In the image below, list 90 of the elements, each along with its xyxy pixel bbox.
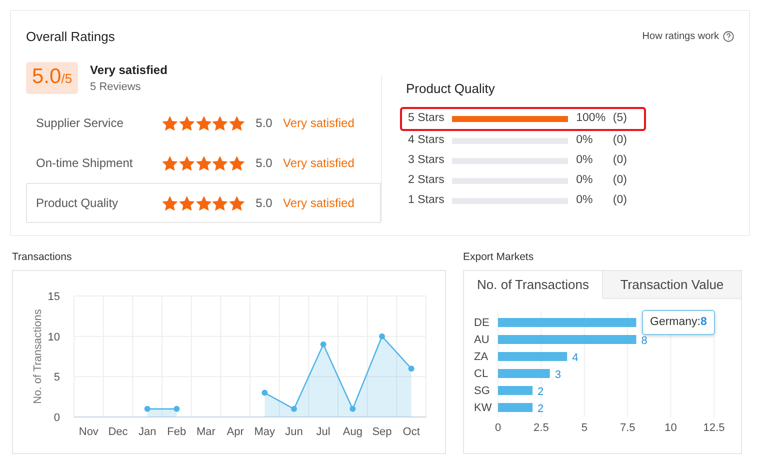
axis-tick-label: 5 bbox=[581, 422, 588, 434]
axis-tick-label: Sep bbox=[372, 426, 392, 438]
score-badge: 5.0/5 bbox=[26, 62, 78, 94]
axis-title: No. of Transactions bbox=[32, 308, 44, 404]
axis-tick-label: 2.5 bbox=[534, 422, 549, 434]
axis-tick-label: 5 bbox=[54, 371, 60, 384]
tab[interactable]: Transaction Value bbox=[603, 270, 741, 299]
star-icon bbox=[229, 156, 245, 170]
axis-tick-label: May bbox=[254, 426, 276, 438]
star-level-label: 5 Stars bbox=[408, 110, 444, 126]
star-level-label: 1 Stars bbox=[408, 192, 444, 208]
axis-tick-label: DE bbox=[474, 316, 490, 329]
axis-tick-label: CL bbox=[474, 368, 488, 380]
percent-value: 100% bbox=[576, 110, 607, 126]
data-label: 4 bbox=[572, 352, 578, 364]
percent-value: 0% bbox=[576, 172, 594, 188]
axis-tick-label: Dec bbox=[108, 426, 128, 438]
star-level-label: 3 Stars bbox=[408, 152, 444, 168]
axis-tick-label: Aug bbox=[342, 426, 362, 438]
data-point bbox=[350, 406, 356, 412]
star-icon bbox=[162, 116, 178, 130]
axis-tick-label: Mar bbox=[196, 426, 216, 438]
section-title: Export Markets bbox=[463, 250, 535, 265]
review-count: 5 Reviews bbox=[90, 80, 142, 94]
axis-tick-label: Apr bbox=[226, 426, 244, 438]
count-value: (0) bbox=[612, 172, 628, 188]
section-title: Overall Ratings bbox=[26, 28, 115, 46]
star-icon bbox=[229, 116, 245, 130]
bar bbox=[498, 368, 550, 378]
star-icon bbox=[229, 196, 245, 210]
axis-tick-label: 10 bbox=[664, 422, 677, 434]
bar bbox=[498, 386, 533, 395]
axis-tick-label: AU bbox=[474, 334, 490, 346]
data-label: 2 bbox=[538, 402, 544, 415]
count-value: (0) bbox=[612, 192, 628, 208]
data-point bbox=[291, 406, 297, 412]
rating-summary: Very satisfied bbox=[90, 62, 168, 78]
star-icon bbox=[196, 116, 212, 130]
data-label: 8 bbox=[641, 334, 648, 347]
percent-value: 0% bbox=[576, 192, 594, 208]
count-value: (5) bbox=[612, 110, 628, 126]
axis-tick-label: 7.5 bbox=[620, 422, 636, 434]
percent-value: 0% bbox=[576, 132, 594, 148]
axis-tick-label: 12.5 bbox=[703, 422, 725, 434]
star-level-label: 2 Stars bbox=[408, 172, 444, 188]
axis-tick-label: 0 bbox=[54, 412, 60, 424]
section-title: Transactions bbox=[12, 250, 73, 265]
star-icon bbox=[178, 196, 195, 210]
star-icon bbox=[162, 196, 178, 210]
axis-tick-label: SG bbox=[474, 384, 490, 397]
data-label: 2 bbox=[538, 386, 544, 398]
axis-tick-label: Jan bbox=[138, 426, 156, 438]
help-link[interactable]: How ratings work bbox=[642, 29, 734, 44]
data-point bbox=[174, 406, 180, 412]
star-icon bbox=[162, 156, 178, 170]
count-value: (0) bbox=[612, 132, 628, 148]
data-label: 3 bbox=[554, 368, 561, 381]
rating-row[interactable]: Product Quality 5.0 Very satisfied bbox=[26, 183, 381, 223]
data-point bbox=[144, 406, 150, 412]
axis-tick-label: Feb bbox=[167, 426, 186, 438]
axis-tick-label: 0 bbox=[494, 422, 502, 434]
rating-row[interactable]: Supplier Service 5.0 Very satisfied bbox=[26, 103, 381, 143]
tooltip: Germany:8 bbox=[642, 310, 715, 335]
help-icon bbox=[723, 31, 734, 42]
data-point bbox=[408, 365, 414, 372]
percent-value: 0% bbox=[576, 152, 594, 168]
axis-tick-label: 10 bbox=[48, 331, 60, 344]
rating-row[interactable]: On-time Shipment 5.0 Very satisfied bbox=[26, 143, 381, 183]
bar bbox=[498, 402, 533, 412]
axis-tick-label: Jul bbox=[316, 426, 330, 438]
star-icon bbox=[212, 196, 228, 210]
star-icon bbox=[196, 156, 212, 170]
data-point bbox=[320, 341, 326, 348]
axis-tick-label: Nov bbox=[78, 426, 98, 438]
star-icon bbox=[196, 196, 212, 210]
axis-tick-label: Jun bbox=[285, 426, 303, 438]
star-icon bbox=[178, 116, 195, 130]
star-icon bbox=[212, 156, 228, 170]
star-level-label: 4 Stars bbox=[408, 132, 444, 148]
data-point bbox=[379, 333, 385, 340]
axis-tick-label: Oct bbox=[402, 426, 420, 438]
axis-tick-label: ZA bbox=[474, 350, 488, 363]
bar bbox=[498, 352, 568, 361]
data-point bbox=[262, 390, 268, 396]
count-value: (0) bbox=[612, 152, 628, 168]
axis-tick-label: KW bbox=[474, 402, 492, 414]
star-icon bbox=[178, 156, 195, 170]
star-icon bbox=[212, 116, 228, 130]
breakdown-title: Product Quality bbox=[406, 80, 496, 98]
axis-tick-label: 15 bbox=[48, 290, 60, 303]
